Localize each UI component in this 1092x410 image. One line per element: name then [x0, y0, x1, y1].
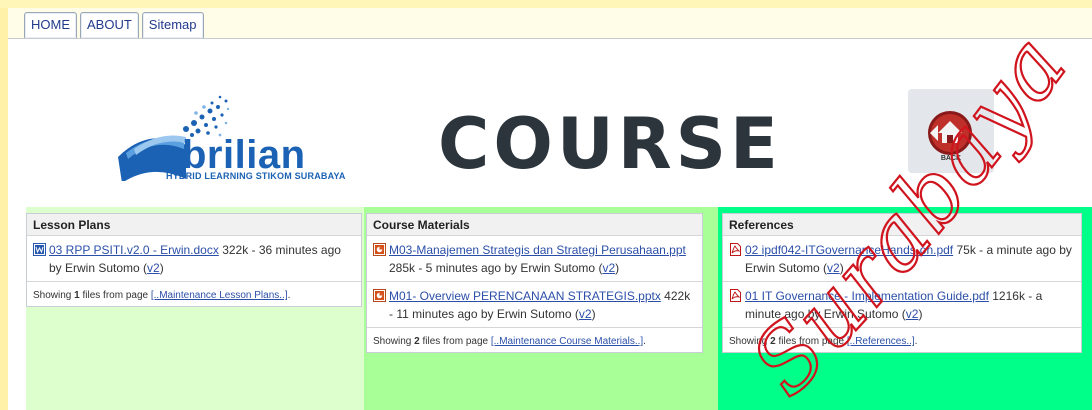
file-meta-end: )	[591, 307, 596, 321]
version-link[interactable]: v2	[147, 261, 160, 275]
course-materials-column: Course Materials M03-Manajemen Strategis…	[364, 207, 718, 410]
showing-suffix: .	[914, 336, 918, 347]
version-link[interactable]: v2	[906, 307, 919, 321]
file-meta-end: )	[615, 261, 620, 275]
box-heading: Lesson Plans	[27, 214, 361, 236]
showing-suffix: .	[643, 336, 646, 347]
file-meta-end: )	[839, 261, 844, 275]
showing-middle: files from page	[79, 290, 151, 301]
course-materials-box: Course Materials M03-Manajemen Strategis…	[366, 213, 703, 353]
file-entry: M03-Manajemen Strategis dan Strategi Per…	[367, 236, 702, 282]
file-link[interactable]: 02 ipdf042-ITGovernanceHands-on.pdf	[745, 243, 953, 257]
references-box: References 02 ipdf042-ITGovernanceHands-…	[722, 213, 1082, 353]
lesson-plans-column: Lesson Plans 03 RPP PSITI.v2.0 - Erwin.d…	[26, 207, 364, 410]
maintenance-link[interactable]: [..Maintenance Course Materials..]	[491, 336, 643, 347]
nav-tabs: HOME ABOUT Sitemap	[24, 12, 204, 38]
brilian-logo[interactable]: brilian HYBRID LEARNING STIKOM SURABAYA	[108, 87, 348, 181]
pdf-icon	[730, 289, 741, 302]
file-meta: 285k - 5 minutes ago by Erwin Sutomo (	[389, 261, 603, 275]
references-column: References 02 ipdf042-ITGovernanceHands-…	[718, 207, 1092, 410]
tab-home[interactable]: HOME	[24, 12, 77, 38]
showing-prefix: Showing	[373, 336, 415, 347]
page-title: COURSE	[438, 103, 782, 185]
showing-summary: Showing 2 files from page [..References.…	[723, 328, 1081, 352]
tab-sitemap[interactable]: Sitemap	[141, 12, 204, 38]
word-doc-icon	[33, 243, 46, 256]
version-link[interactable]: v2	[827, 261, 840, 275]
file-entry: 01 IT Governance - Implementation Guide.…	[723, 282, 1081, 328]
file-link[interactable]: 01 IT Governance - Implementation Guide.…	[745, 289, 989, 303]
powerpoint-icon	[373, 243, 386, 256]
version-link[interactable]: v2	[602, 261, 615, 275]
tab-about[interactable]: ABOUT	[80, 12, 139, 38]
back-button[interactable]: BACK	[908, 89, 994, 173]
maintenance-link[interactable]: [..Maintenance Lesson Plans..]	[151, 290, 288, 301]
file-entry: 02 ipdf042-ITGovernanceHands-on.pdf 75k …	[723, 236, 1081, 282]
file-entry: M01- Overview PERENCANAAN STRATEGIS.pptx…	[367, 282, 702, 328]
showing-summary: Showing 1 files from page [..Maintenance…	[27, 282, 361, 306]
showing-middle: files from page	[419, 336, 491, 347]
back-label: BACK	[940, 155, 962, 162]
top-stripe	[0, 0, 1092, 8]
file-link[interactable]: 03 RPP PSITI.v2.0 - Erwin.docx	[49, 243, 219, 257]
file-meta-end: )	[159, 261, 164, 275]
pdf-icon	[730, 243, 741, 256]
showing-suffix: .	[287, 290, 291, 301]
version-link[interactable]: v2	[579, 307, 592, 321]
file-meta-end: )	[918, 307, 923, 321]
lesson-plans-box: Lesson Plans 03 RPP PSITI.v2.0 - Erwin.d…	[26, 213, 362, 307]
showing-prefix: Showing	[33, 290, 75, 301]
file-entry: 03 RPP PSITI.v2.0 - Erwin.docx 322k - 36…	[27, 236, 361, 282]
showing-prefix: Showing	[729, 336, 771, 347]
box-heading: Course Materials	[367, 214, 702, 236]
file-link[interactable]: M01- Overview PERENCANAAN STRATEGIS.pptx	[389, 289, 661, 303]
showing-middle: files from page	[775, 336, 847, 347]
box-heading: References	[723, 214, 1081, 236]
maintenance-link[interactable]: [..References..]	[847, 336, 915, 347]
page-content: brilian HYBRID LEARNING STIKOM SURABAYA …	[8, 38, 1092, 410]
file-link[interactable]: M03-Manajemen Strategis dan Strategi Per…	[389, 243, 686, 257]
logo-subtitle: HYBRID LEARNING STIKOM SURABAYA	[166, 171, 346, 181]
powerpoint-icon	[373, 289, 386, 302]
showing-summary: Showing 2 files from page [..Maintenance…	[367, 328, 702, 352]
